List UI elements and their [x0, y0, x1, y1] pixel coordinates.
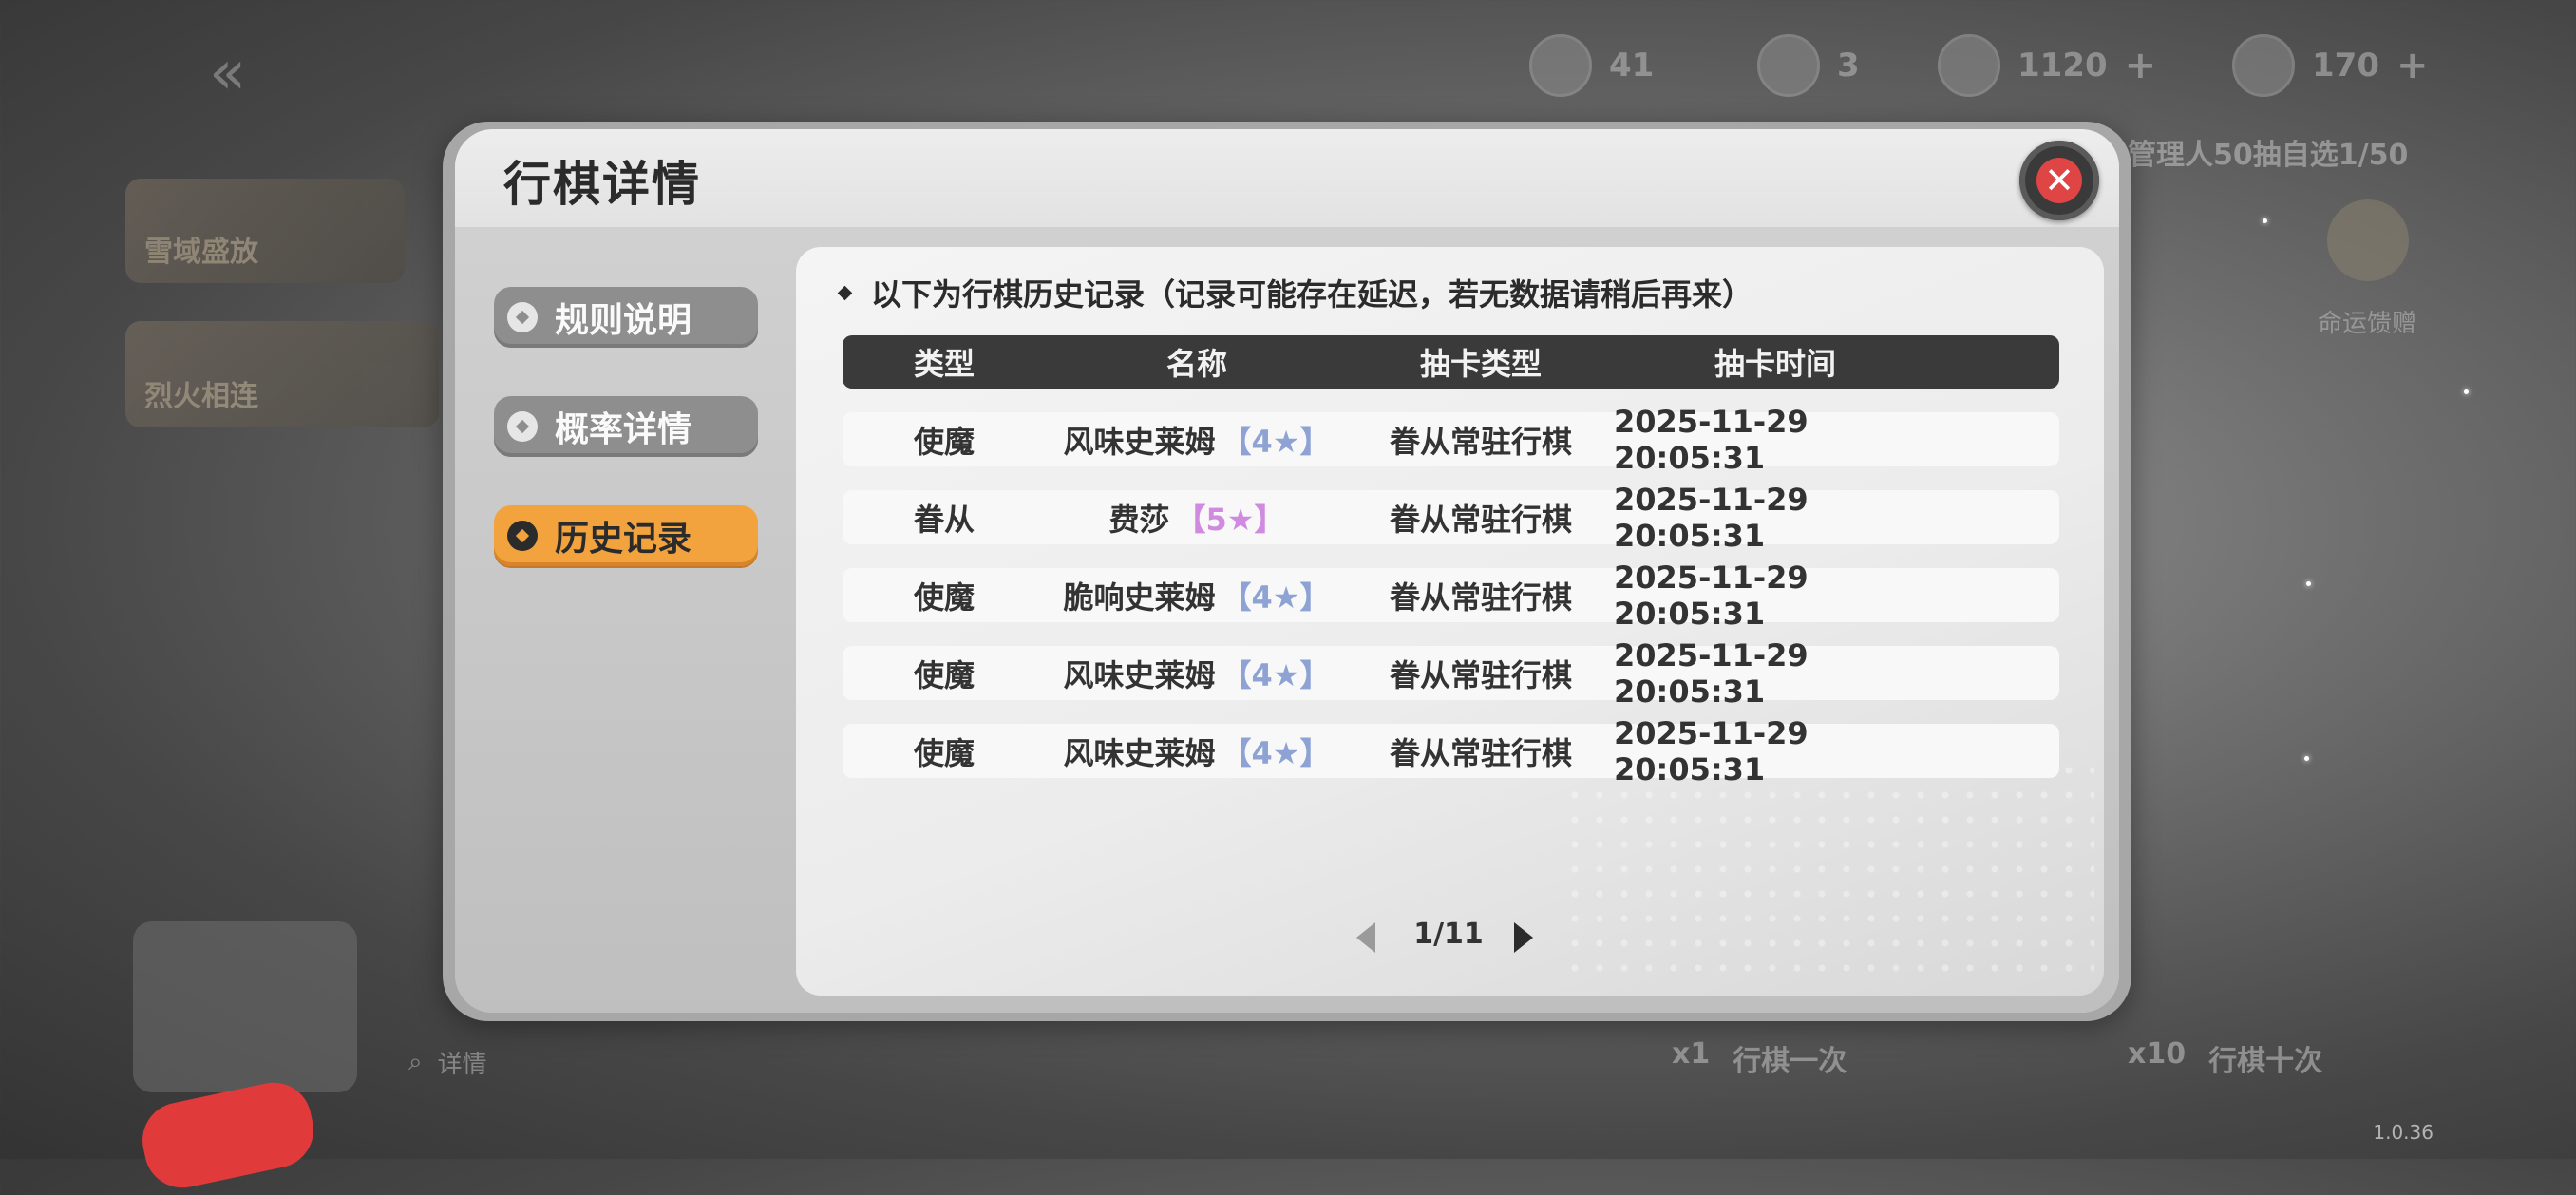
tab-probability[interactable]: 概率详情	[494, 396, 758, 457]
row-name: 脆响史莱姆 【4★】	[1046, 568, 1348, 622]
fate-gift-icon[interactable]	[2327, 199, 2409, 281]
row-draw-time: 2025-11-29 20:05:31	[1614, 403, 1809, 476]
column-header-draw-type: 抽卡类型	[1419, 346, 1542, 382]
banner-card-1[interactable]: 雪域盛放	[125, 179, 405, 283]
column-header-draw-time: 抽卡时间	[1714, 346, 1836, 382]
add-star-currency-icon[interactable]: +	[2396, 44, 2429, 87]
page-indicator: 1/11	[1413, 918, 1484, 951]
close-icon: ✕	[2036, 158, 2082, 203]
row-type: 眷从	[913, 501, 975, 538]
rarity-badge: 【4★】	[1221, 423, 1331, 460]
row-name: 费莎 【5★】	[1046, 490, 1348, 544]
resource-star: 170 +	[2232, 34, 2429, 97]
selector-progress-text: 管理人50抽自选1/50	[2128, 139, 2409, 172]
row-draw-type: 眷从常驻行棋	[1389, 501, 1572, 538]
row-type: 使魔	[913, 656, 975, 693]
diamond-bullet-icon	[507, 521, 538, 551]
column-header-type: 类型	[913, 346, 975, 382]
coin-icon	[1529, 34, 1592, 97]
panel-decoration	[1563, 758, 2094, 977]
column-header-name: 名称	[1165, 346, 1227, 382]
row-draw-time: 2025-11-29 20:05:31	[1614, 714, 1809, 787]
resource-ticket: 3	[1757, 34, 1860, 97]
row-draw-type: 眷从常驻行棋	[1389, 579, 1572, 616]
sparkle-icon	[2306, 581, 2311, 586]
row-draw-type: 眷从常驻行棋	[1389, 656, 1572, 693]
sparkle-icon	[2304, 756, 2309, 761]
row-draw-time: 2025-11-29 20:05:31	[1614, 559, 1809, 632]
tab-history[interactable]: 历史记录	[494, 505, 758, 566]
add-crystal-icon[interactable]: +	[2125, 44, 2157, 87]
search-icon: ⌕	[408, 1048, 423, 1076]
banner-card-2[interactable]: 烈火相连	[125, 321, 439, 427]
row-name: 风味史莱姆 【4★】	[1046, 412, 1348, 466]
table-header: 类型 名称 抽卡类型 抽卡时间	[843, 335, 2059, 389]
resource-coin: 41	[1529, 34, 1654, 97]
row-type: 使魔	[913, 579, 975, 616]
row-type: 使魔	[913, 734, 975, 771]
sparkle-icon	[2464, 389, 2469, 394]
row-type: 使魔	[913, 423, 975, 460]
table-row: 使魔 风味史莱姆 【4★】 眷从常驻行棋 2025-11-29 20:05:31	[843, 403, 2059, 476]
table-row: 使魔 风味史莱姆 【4★】 眷从常驻行棋 2025-11-29 20:05:31	[843, 714, 2059, 787]
row-name: 风味史莱姆 【4★】	[1046, 646, 1348, 700]
row-name: 风味史莱姆 【4★】	[1046, 724, 1348, 778]
version-label: 1.0.36	[2373, 1121, 2434, 1144]
sparkle-icon	[2263, 218, 2267, 223]
row-draw-time: 2025-11-29 20:05:31	[1614, 481, 1809, 554]
history-notice: 以下为行棋历史记录（记录可能存在延迟，若无数据请稍后再来）	[837, 271, 1752, 314]
star-currency-icon	[2232, 34, 2295, 97]
dialog-title: 行棋详情	[503, 157, 701, 212]
next-page-icon[interactable]	[1514, 922, 1533, 953]
table-row: 使魔 风味史莱姆 【4★】 眷从常驻行棋 2025-11-29 20:05:31	[843, 636, 2059, 710]
diamond-bullet-icon	[507, 302, 538, 332]
fate-gift-label: 命运馈赠	[2318, 310, 2417, 338]
details-link[interactable]: ⌕ 详情	[408, 1045, 487, 1080]
diamond-bullet-icon	[507, 411, 538, 442]
character-portrait	[133, 921, 357, 1092]
rarity-badge: 【4★】	[1221, 656, 1331, 693]
crystal-icon	[1938, 34, 2000, 97]
rarity-badge: 【4★】	[1221, 734, 1331, 771]
tab-rules[interactable]: 规则说明	[494, 287, 758, 348]
row-draw-time: 2025-11-29 20:05:31	[1614, 636, 1809, 710]
draw-once-button[interactable]: x1 行棋一次	[1672, 1037, 1847, 1079]
table-row: 使魔 脆响史莱姆 【4★】 眷从常驻行棋 2025-11-29 20:05:31	[843, 559, 2059, 632]
dialog-header: 行棋详情	[455, 129, 2119, 227]
rarity-badge: 【4★】	[1221, 579, 1331, 616]
prev-page-icon[interactable]	[1356, 922, 1375, 953]
resource-crystal: 1120 +	[1938, 34, 2157, 97]
draw-ten-button[interactable]: x10 行棋十次	[2128, 1037, 2322, 1079]
row-draw-type: 眷从常驻行棋	[1389, 423, 1572, 460]
diamond-bullet-icon	[837, 285, 853, 300]
table-row: 眷从 费莎 【5★】 眷从常驻行棋 2025-11-29 20:05:31	[843, 481, 2059, 554]
row-draw-type: 眷从常驻行棋	[1389, 734, 1572, 771]
back-arrow-icon[interactable]: «	[209, 38, 246, 108]
ticket-icon	[1757, 34, 1820, 97]
rarity-badge: 【5★】	[1175, 501, 1285, 538]
close-button[interactable]: ✕	[2019, 141, 2099, 220]
